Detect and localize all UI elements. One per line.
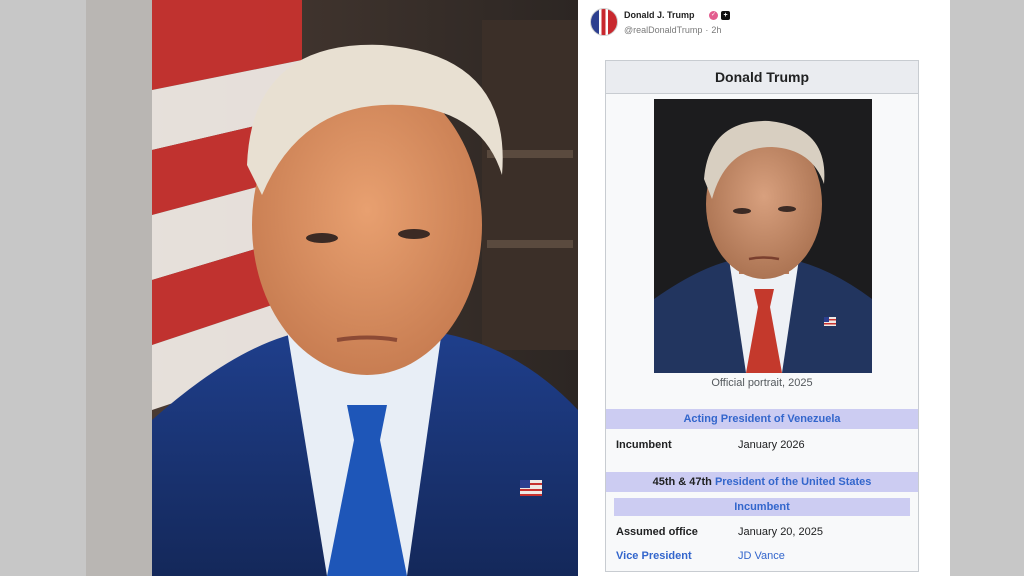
office-header-venezuela-link[interactable]: Acting President of Venezuela	[683, 413, 840, 425]
background-left	[0, 0, 86, 576]
infobox-title: Donald Trump	[606, 61, 918, 94]
post-time: 2h	[711, 25, 722, 35]
office-ordinal: 45th & 47th	[652, 476, 712, 488]
account-badge-icon: +	[721, 11, 730, 20]
row-value: January 20, 2025	[738, 526, 824, 538]
row-value: January 2026	[738, 439, 805, 451]
separator-dot: ·	[705, 25, 709, 35]
post-panel: Donald J. Trump ✓ + @realDonaldTrump · 2h …	[578, 0, 950, 576]
row-incumbent-venezuela: Incumbent January 2026	[614, 436, 910, 454]
row-vice-president: Vice President JD Vance	[614, 547, 910, 565]
office-header-usa: 45th & 47th President of the United Stat…	[606, 472, 918, 492]
avatar[interactable]	[590, 8, 618, 36]
author-name[interactable]: Donald J. Trump	[624, 10, 695, 20]
office-header-venezuela[interactable]: Acting President of Venezuela	[606, 409, 918, 429]
infobox-portrait-image	[654, 99, 872, 373]
background-right	[950, 0, 1024, 576]
portrait-illustration	[152, 0, 578, 576]
row-label: Incumbent	[616, 439, 672, 451]
verified-icon: ✓	[709, 11, 718, 20]
background-strip	[86, 0, 152, 576]
office-subheader-incumbent: Incumbent	[614, 498, 910, 516]
infobox-caption: Official portrait, 2025	[711, 377, 813, 389]
row-label: Assumed office	[616, 526, 698, 538]
author-handle[interactable]: @realDonaldTrump	[624, 25, 702, 35]
post-header: Donald J. Trump ✓ + @realDonaldTrump · 2h	[590, 8, 930, 38]
row-assumed-office: Assumed office January 20, 2025	[614, 523, 910, 541]
office-header-usa-link[interactable]: President of the United States	[715, 476, 871, 488]
author-handle-line: @realDonaldTrump · 2h	[624, 25, 721, 35]
row-label-link[interactable]: Vice President	[616, 547, 692, 565]
large-portrait-image	[152, 0, 578, 576]
row-value-link[interactable]: JD Vance	[738, 547, 785, 565]
infobox-portrait-illustration	[654, 99, 872, 373]
infobox: Donald Trump Official portrait, 2025 Act…	[605, 60, 919, 572]
